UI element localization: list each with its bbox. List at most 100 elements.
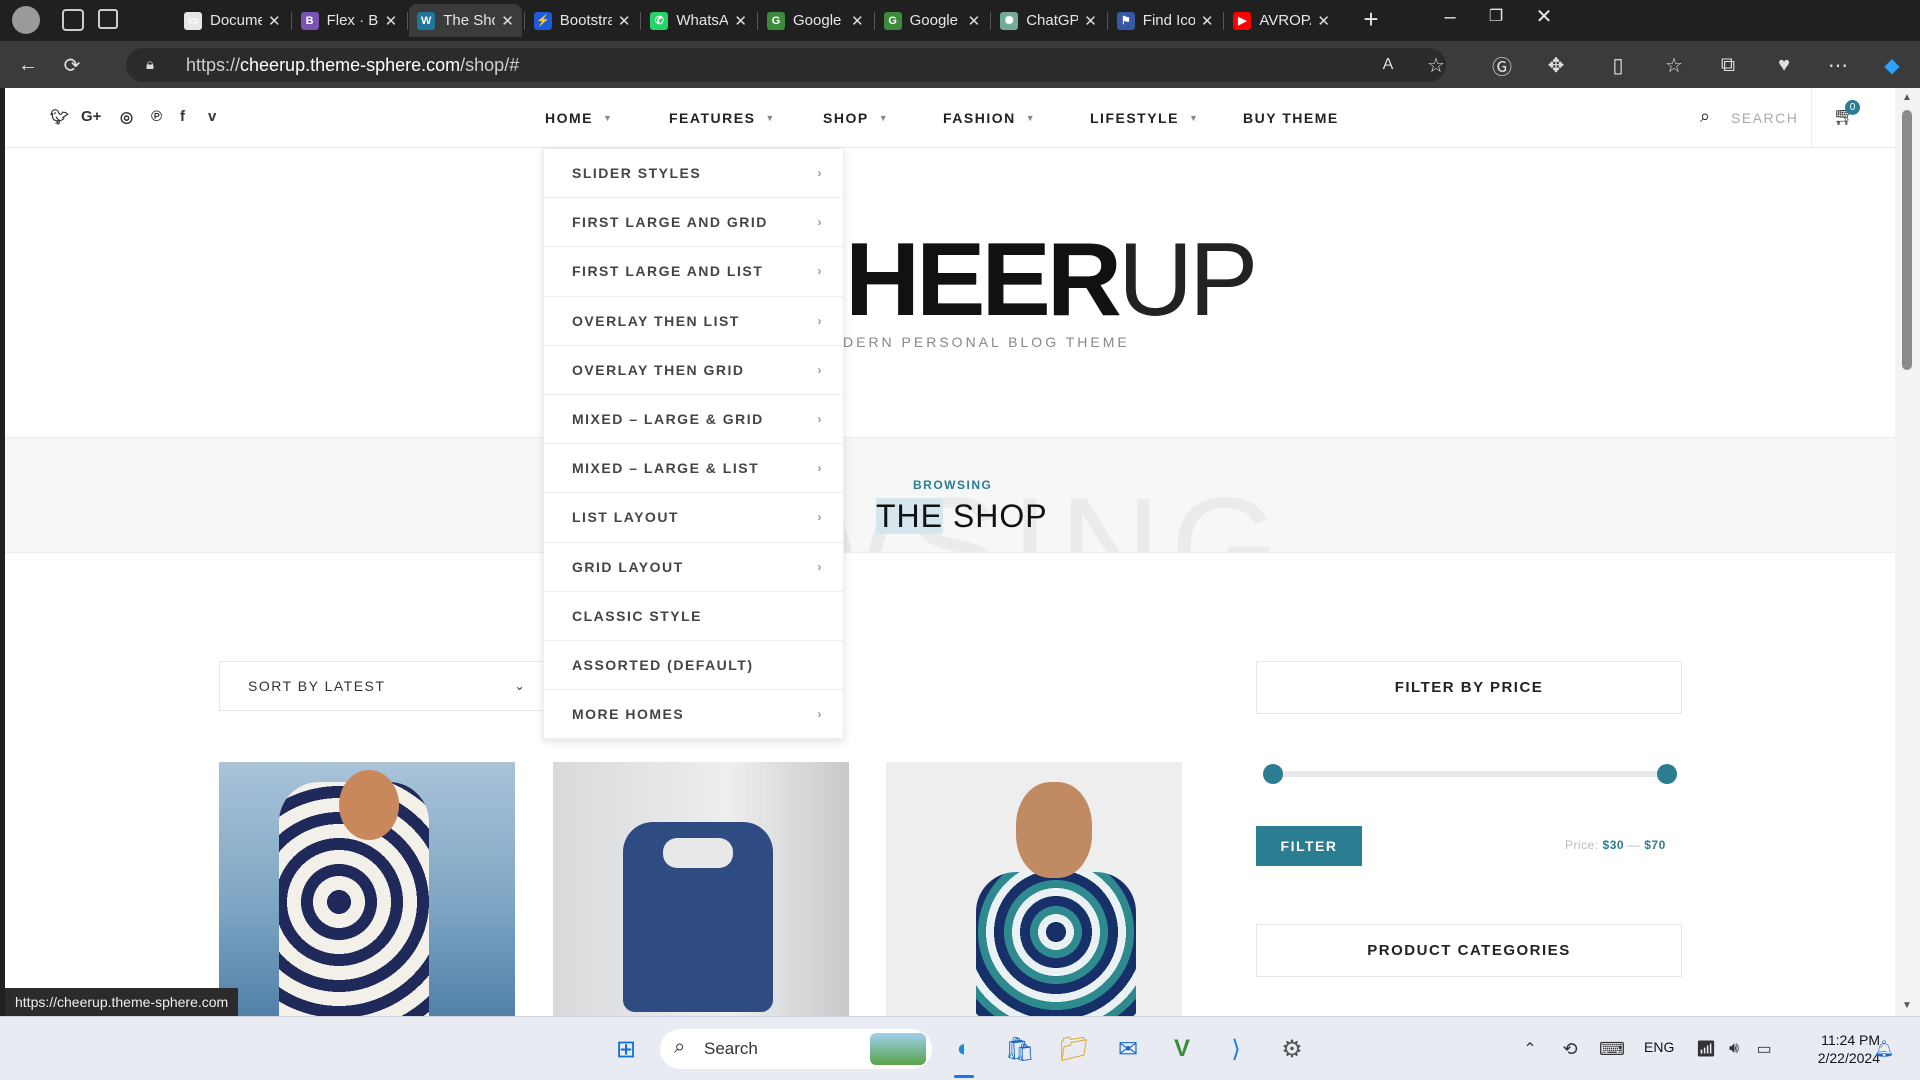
- notification-bell-icon[interactable]: 🔔︎: [1864, 1029, 1904, 1069]
- scrollbar-thumb[interactable]: [1902, 110, 1912, 370]
- close-tab-icon[interactable]: ✕: [1317, 12, 1330, 30]
- nav-shop[interactable]: SHOP ▼: [823, 110, 889, 126]
- mail-icon[interactable]: ✉: [1108, 1029, 1148, 1069]
- nav-features[interactable]: FEATURES ▼: [669, 110, 776, 126]
- copilot-icon[interactable]: ◆: [1876, 49, 1908, 81]
- taskbar-search[interactable]: ⌕ Search: [660, 1029, 932, 1069]
- battery-icon[interactable]: ▭: [1744, 1029, 1784, 1069]
- vertical-tabs-icon[interactable]: [98, 9, 118, 29]
- chevron-down-icon: ▼: [1025, 113, 1037, 123]
- price-range-slider[interactable]: [1263, 764, 1677, 784]
- split-screen-icon[interactable]: ▯: [1602, 49, 1634, 81]
- browser-tab[interactable]: ▭ Document ✕: [176, 4, 289, 37]
- menu-item[interactable]: MIXED – LARGE & LIST ›: [544, 444, 843, 494]
- twitter-icon[interactable]: 🐦︎: [50, 108, 69, 126]
- close-tab-icon[interactable]: ✕: [734, 12, 747, 30]
- logo-right: UP: [1117, 222, 1258, 338]
- grammarly-icon[interactable]: Ⓖ: [1486, 49, 1518, 81]
- browser-tab[interactable]: ✺ ChatGPT ✕: [992, 4, 1105, 37]
- menu-item[interactable]: LIST LAYOUT ›: [544, 493, 843, 543]
- scroll-down-icon[interactable]: ▼: [1902, 1000, 1912, 1011]
- menu-item[interactable]: MORE HOMES ›: [544, 690, 843, 740]
- vscode-icon[interactable]: ⟩: [1216, 1029, 1256, 1069]
- extensions-icon[interactable]: ✥: [1540, 49, 1572, 81]
- lock-icon[interactable]: 🔒︎: [146, 56, 154, 73]
- close-tab-icon[interactable]: ✕: [268, 12, 281, 30]
- menu-item[interactable]: OVERLAY THEN LIST ›: [544, 297, 843, 346]
- restore-button[interactable]: ❐: [1476, 6, 1516, 26]
- close-tab-icon[interactable]: ✕: [501, 12, 514, 30]
- menu-item-label: CLASSIC STYLE: [572, 607, 702, 624]
- workspaces-icon[interactable]: [62, 9, 84, 31]
- profile-avatar-icon[interactable]: [12, 6, 40, 34]
- url-input[interactable]: 🔒︎ https://cheerup.theme-sphere.com/shop…: [126, 48, 1446, 82]
- site-logo[interactable]: HEERUP: [845, 228, 1258, 332]
- language-indicator[interactable]: ENG: [1644, 1039, 1674, 1055]
- google-plus-icon[interactable]: G+: [81, 108, 101, 125]
- price-max-handle[interactable]: [1657, 764, 1677, 784]
- browser-tab[interactable]: B Flex · Boot ✕: [293, 4, 406, 37]
- edge-icon[interactable]: ◐: [944, 1029, 984, 1069]
- nav-lifestyle[interactable]: LIFESTYLE ▼: [1090, 110, 1199, 126]
- browser-tab[interactable]: G Google M ✕: [876, 4, 989, 37]
- menu-item[interactable]: GRID LAYOUT ›: [544, 543, 843, 592]
- sync-icon[interactable]: ⟲: [1550, 1029, 1590, 1069]
- browser-tab[interactable]: G Google M ✕: [759, 4, 872, 37]
- vimeo-icon[interactable]: v: [208, 108, 216, 125]
- nav-home[interactable]: HOME ▼: [545, 110, 613, 126]
- refresh-button[interactable]: ⟳: [56, 49, 88, 81]
- vite-icon[interactable]: V: [1162, 1029, 1202, 1069]
- sort-select[interactable]: SORT BY LATEST ⌄: [219, 661, 549, 711]
- product-image[interactable]: [553, 762, 849, 1016]
- scroll-up-icon[interactable]: ▲: [1902, 92, 1912, 103]
- minimize-button[interactable]: –: [1430, 6, 1470, 29]
- read-aloud-icon[interactable]: A: [1372, 49, 1404, 81]
- close-window-button[interactable]: ✕: [1524, 4, 1564, 29]
- chevron-right-icon: ›: [817, 461, 823, 476]
- page-scrollbar[interactable]: ▲ ▼: [1895, 88, 1920, 1016]
- store-icon[interactable]: 🛍︎: [1000, 1029, 1040, 1069]
- close-tab-icon[interactable]: ✕: [1084, 12, 1097, 30]
- facebook-icon[interactable]: f: [180, 108, 185, 125]
- menu-item[interactable]: FIRST LARGE AND GRID ›: [544, 198, 843, 248]
- filter-button[interactable]: FILTER: [1256, 826, 1362, 866]
- browser-tab[interactable]: ▶ AVROPAD ✕: [1225, 4, 1338, 37]
- product-image[interactable]: [219, 762, 515, 1016]
- close-tab-icon[interactable]: ✕: [385, 12, 398, 30]
- close-tab-icon[interactable]: ✕: [618, 12, 631, 30]
- instagram-icon[interactable]: ◎: [120, 108, 133, 126]
- collections-icon[interactable]: ⧉: [1712, 49, 1744, 81]
- menu-item[interactable]: ASSORTED (DEFAULT): [544, 641, 843, 691]
- menu-item[interactable]: OVERLAY THEN GRID ›: [544, 346, 843, 395]
- more-menu-icon[interactable]: ⋯: [1822, 49, 1854, 81]
- menu-item[interactable]: MIXED – LARGE & GRID ›: [544, 395, 843, 445]
- nav-buy-theme[interactable]: BUY THEME: [1243, 110, 1339, 126]
- browser-tab[interactable]: ⚡ Bootstrap ✕: [526, 4, 639, 37]
- settings-icon[interactable]: ⚙: [1272, 1029, 1312, 1069]
- new-tab-button[interactable]: +: [1356, 4, 1386, 34]
- site-search-input[interactable]: SEARCH: [1731, 110, 1798, 126]
- favorites-icon[interactable]: ☆: [1658, 49, 1690, 81]
- file-explorer-icon[interactable]: 📁︎: [1054, 1029, 1094, 1069]
- back-button[interactable]: ←: [12, 49, 44, 81]
- browser-tab[interactable]: ✆ WhatsApp ✕: [642, 4, 755, 37]
- browser-tab[interactable]: W The Shop ✕: [409, 4, 522, 37]
- menu-item[interactable]: CLASSIC STYLE: [544, 592, 843, 641]
- nav-fashion[interactable]: FASHION ▼: [943, 110, 1036, 126]
- menu-item[interactable]: FIRST LARGE AND LIST ›: [544, 247, 843, 297]
- search-icon[interactable]: ⌕: [1700, 106, 1710, 127]
- pinterest-icon[interactable]: ℗: [151, 108, 162, 125]
- menu-item-label: MIXED – LARGE & LIST: [572, 460, 760, 477]
- start-icon[interactable]: ⊞: [606, 1029, 646, 1069]
- menu-item[interactable]: SLIDER STYLES ›: [544, 149, 843, 199]
- price-min-handle[interactable]: [1263, 764, 1283, 784]
- keyboard-icon[interactable]: ⌨: [1592, 1029, 1632, 1069]
- close-tab-icon[interactable]: ✕: [1201, 12, 1214, 30]
- browser-tab[interactable]: ⚑ Find Icons ✕: [1109, 4, 1222, 37]
- close-tab-icon[interactable]: ✕: [851, 12, 864, 30]
- favorite-star-icon[interactable]: ☆: [1420, 49, 1452, 81]
- product-image[interactable]: [886, 762, 1182, 1016]
- chevron-up-icon[interactable]: ⌃: [1510, 1029, 1550, 1069]
- browser-essentials-icon[interactable]: ♥: [1768, 49, 1800, 81]
- close-tab-icon[interactable]: ✕: [968, 12, 981, 30]
